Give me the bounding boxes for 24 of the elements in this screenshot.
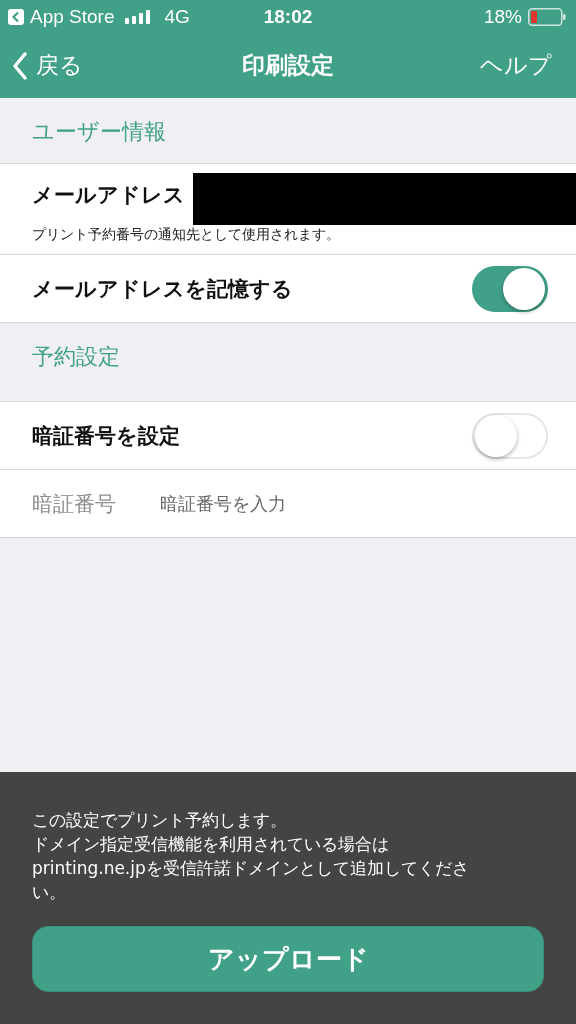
row-label: 暗証番号を設定 [32,422,180,450]
section-header: ユーザー情報 [31,118,167,146]
notice-text: printing.ne.jpを受信許諾ドメインとして追加してください。 [32,857,470,904]
pin-field[interactable]: 暗証番号を入力 [160,493,548,514]
network-label: 4G [164,5,190,28]
back-button[interactable]: 戻る [12,50,83,81]
notice-text: この設定でプリント予約します。 [32,809,288,832]
battery-percent: 18% [483,5,522,28]
screen-title: 印刷設定 [242,51,334,80]
notice-text: ドメイン指定受信機能を利用されている場合は [32,833,390,856]
toggle-switch[interactable] [472,265,548,312]
clock: 18:02 [263,5,313,28]
back-app-label[interactable]: App Store [30,5,115,28]
help-button[interactable]: ヘルプ [480,50,552,81]
section-header: 予約設定 [31,343,121,371]
row-label: 暗証番号 [32,490,116,518]
row-label: メールアドレス [32,182,185,209]
back-icon[interactable] [8,8,24,25]
helper-text: プリント予約番号の通知先として使用されます。 [32,226,341,244]
chevron-left-icon[interactable] [12,51,28,80]
battery-icon [528,7,566,26]
upload-button[interactable]: アップロード [32,926,544,992]
row-label: メールアドレスを記憶する [32,275,293,303]
signal-icon [124,9,151,24]
